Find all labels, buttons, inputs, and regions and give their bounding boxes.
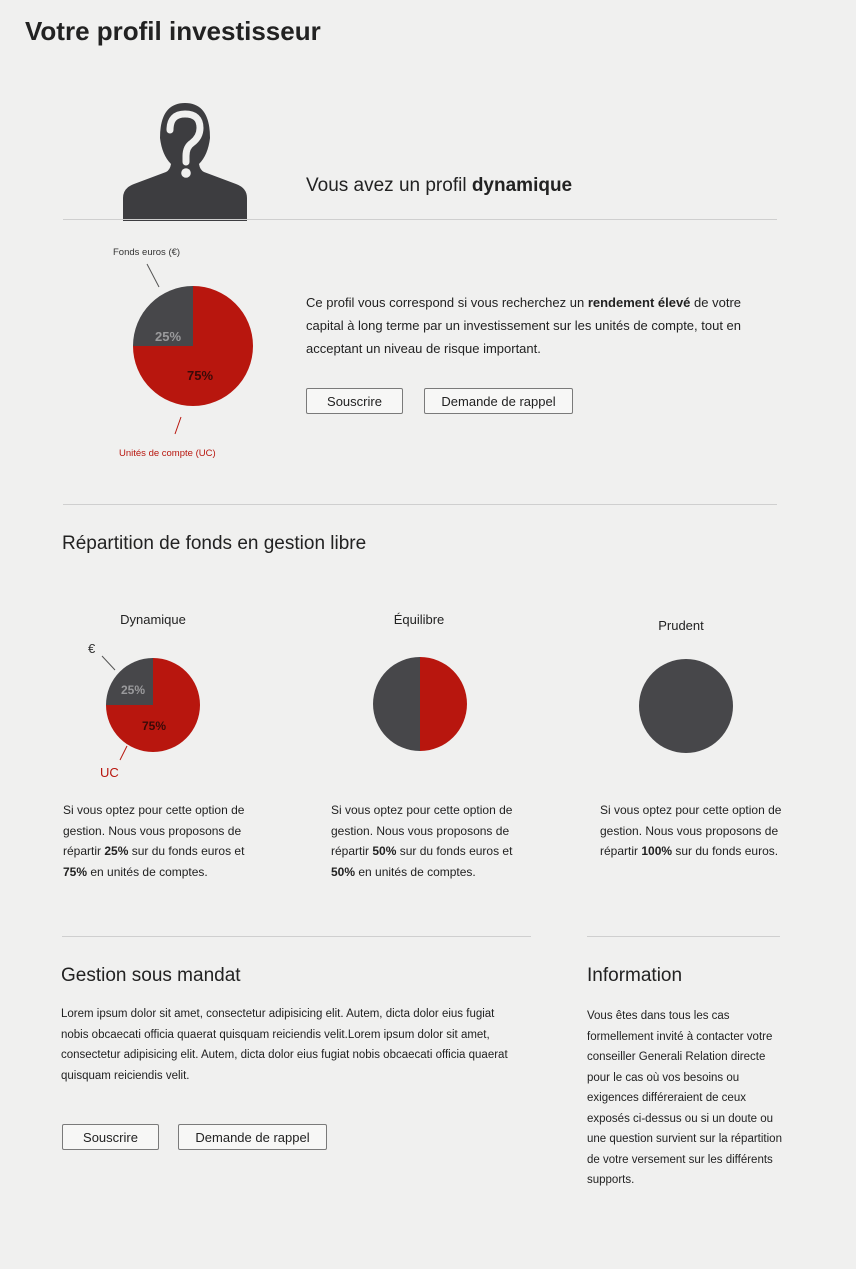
data-label-uc: 75% bbox=[187, 368, 213, 383]
data-label-uc: 75% bbox=[142, 719, 166, 733]
profile-heading-prefix: Vous avez un profil bbox=[306, 175, 472, 196]
repartition-title: Répartition de fonds en gestion libre bbox=[62, 533, 367, 554]
profile-type: dynamique bbox=[471, 175, 573, 196]
information-text: Vous êtes dans tous les cas formellement… bbox=[587, 1010, 782, 1186]
leader-line-euros bbox=[146, 263, 160, 288]
legend-label-uc: UC bbox=[100, 765, 119, 780]
leader-line-euros bbox=[101, 655, 116, 671]
pie-chart-equilibre bbox=[373, 657, 467, 751]
callback-request-button[interactable]: Demande de rappel bbox=[424, 388, 573, 414]
mandat-text: Lorem ipsum dolor sit amet, consectetur … bbox=[61, 1008, 508, 1082]
main-pie-chart: 25% 75% Fonds euros (€) Unités de compte (U… bbox=[113, 247, 253, 459]
column-text-dynamique: Si vous optez pour cette option de gesti… bbox=[63, 803, 245, 879]
column-title-prudent: Prudent bbox=[658, 618, 704, 633]
divider bbox=[62, 936, 531, 937]
person-question-icon bbox=[123, 103, 247, 221]
mandat-title: Gestion sous mandat bbox=[61, 965, 241, 986]
profile-heading: Vous avez un profil dynamique bbox=[306, 175, 572, 197]
column-title-dynamique: Dynamique bbox=[120, 612, 186, 627]
data-label-euros: 25% bbox=[155, 329, 181, 344]
pie-slice-euros bbox=[106, 658, 153, 705]
profile-description: Ce profil vous correspond si vous recher… bbox=[306, 295, 742, 356]
legend-label-euros: € bbox=[88, 641, 96, 656]
divider bbox=[587, 936, 780, 937]
data-label-euros: 25% bbox=[121, 683, 145, 697]
pie-chart-dynamique: 25% 75% € UC bbox=[88, 641, 200, 780]
leader-line-uc bbox=[174, 416, 182, 435]
pie-slice-uc bbox=[420, 657, 467, 751]
mandat-subscribe-button[interactable]: Souscrire bbox=[62, 1124, 159, 1150]
page-title: Votre profil investisseur bbox=[25, 16, 321, 46]
information-title: Information bbox=[587, 965, 683, 986]
legend-label-unites-de-compte: Unités de compte (UC) bbox=[119, 448, 216, 459]
pie-slice-euros bbox=[639, 659, 733, 753]
column-text-equilibre: Si vous optez pour cette option de gesti… bbox=[331, 803, 513, 879]
subscribe-button[interactable]: Souscrire bbox=[306, 388, 403, 414]
pie-slice-euros bbox=[373, 657, 420, 751]
leader-line-uc bbox=[119, 745, 128, 761]
divider bbox=[63, 504, 777, 505]
profile-desc-strong: rendement élevé bbox=[587, 295, 691, 310]
divider bbox=[63, 219, 777, 220]
legend-label-fonds-euros: Fonds euros (€) bbox=[113, 247, 180, 258]
mandat-callback-request-button[interactable]: Demande de rappel bbox=[178, 1124, 327, 1150]
column-title-equilibre: Équilibre bbox=[393, 612, 445, 627]
pie-chart-prudent bbox=[639, 659, 733, 753]
column-text-prudent: Si vous optez pour cette option de gesti… bbox=[600, 803, 782, 858]
